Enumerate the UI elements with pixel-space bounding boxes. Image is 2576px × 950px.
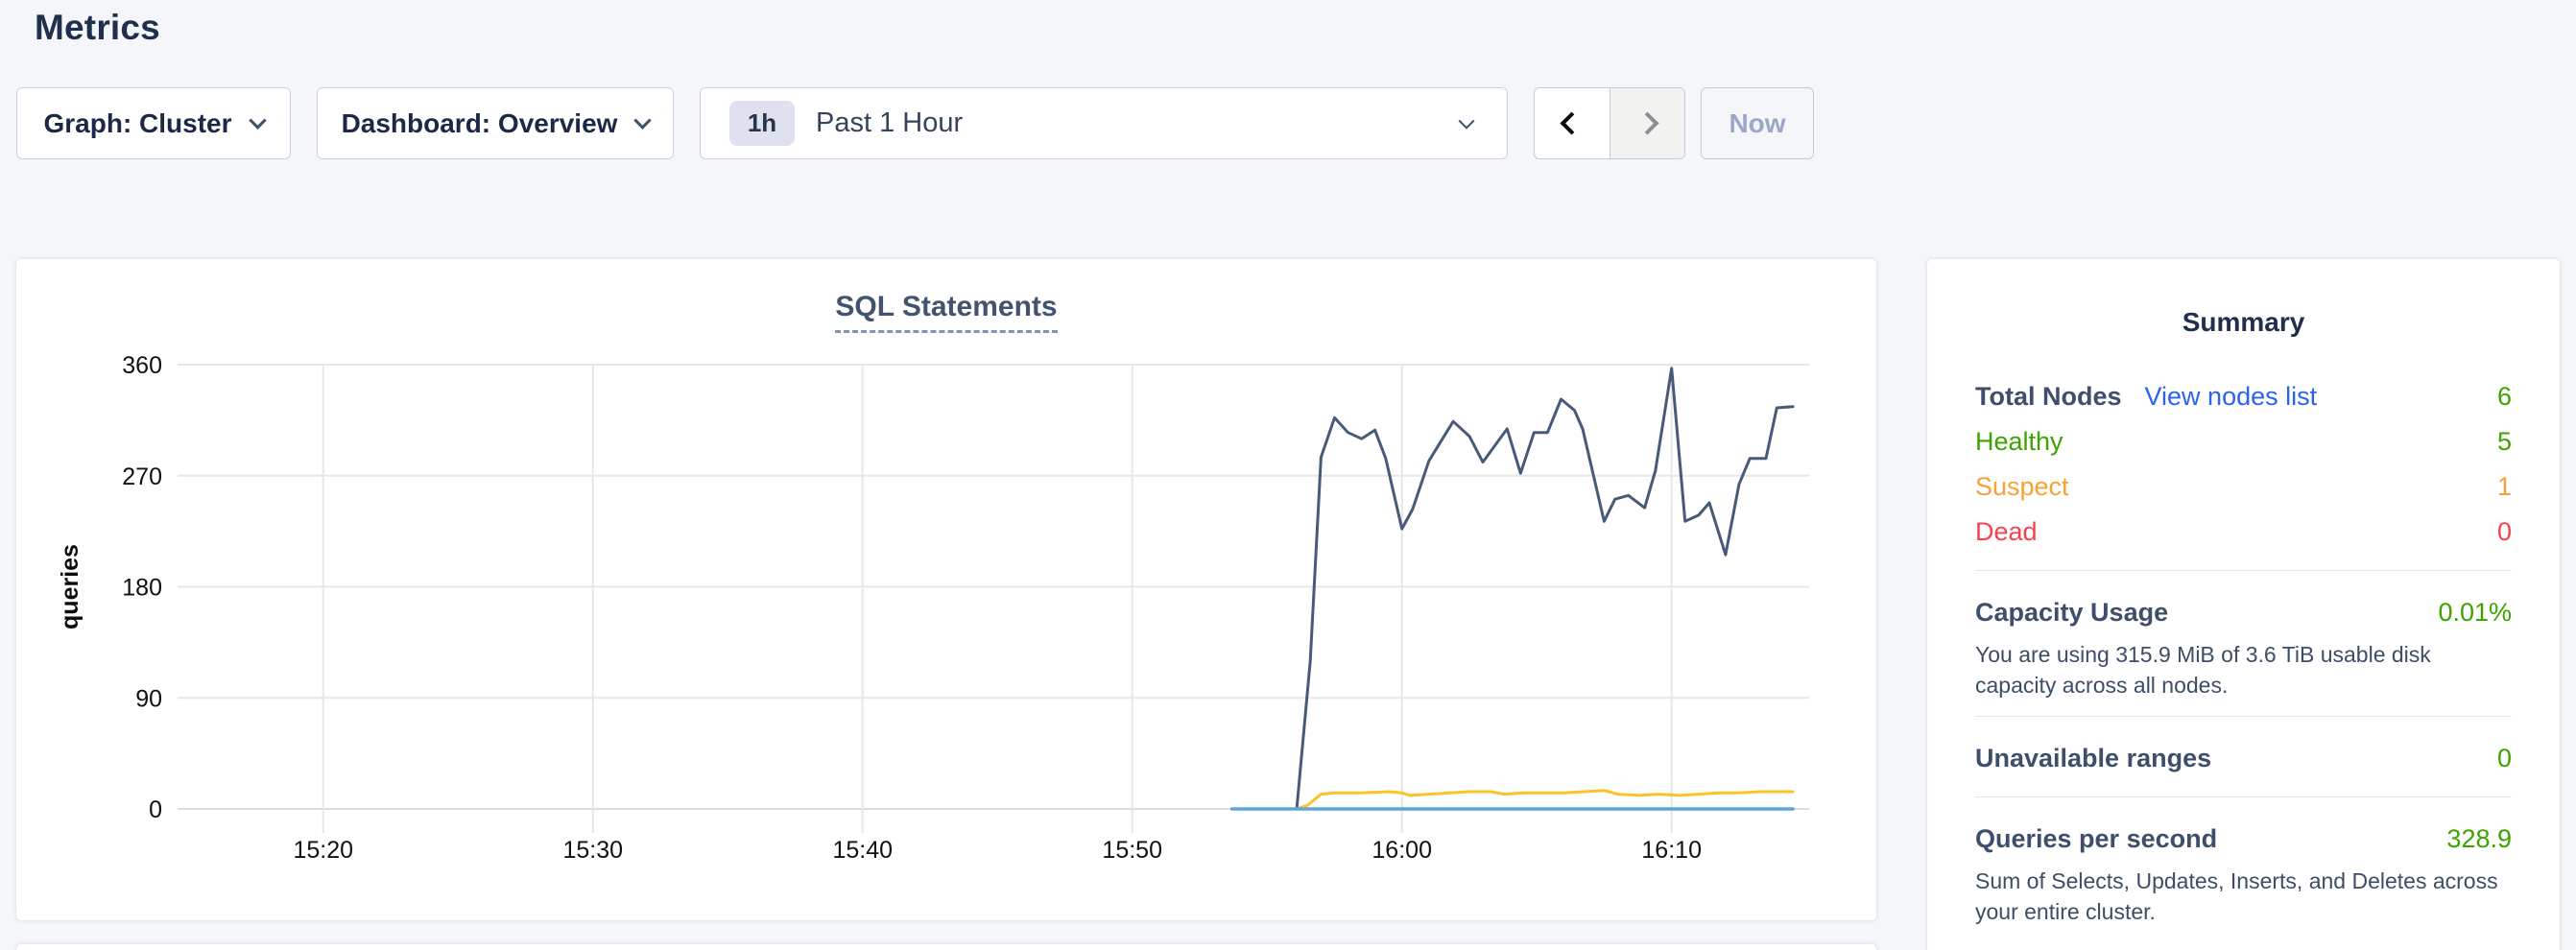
summary-title: Summary (1975, 307, 2512, 338)
y-axis-tick-label: 90 (135, 685, 162, 712)
time-window-selector[interactable]: 1h Past 1 Hour (700, 87, 1508, 159)
y-axis-tick-label: 360 (122, 352, 162, 379)
view-nodes-list-link[interactable]: View nodes list (2145, 374, 2318, 419)
summary-panel: Summary Total NodesView nodes list6Healt… (1927, 259, 2560, 950)
graph-scope-dropdown[interactable]: Graph: Cluster (16, 87, 291, 159)
divider (1975, 796, 2512, 797)
row-value: 5 (2497, 419, 2512, 464)
chevron-down-icon (1459, 112, 1475, 129)
section-label: Unavailable ranges (1975, 736, 2211, 781)
dashboard-dropdown-label: Dashboard: Overview (342, 108, 618, 139)
sql-statements-chart-card: SQL Statements 09018027036015:2015:3015:… (16, 259, 1876, 920)
page-title: Metrics (35, 8, 160, 48)
row-label: Dead (1975, 510, 2038, 555)
x-axis-tick-label: 16:00 (1371, 837, 1432, 864)
dark-blue-series-line (1232, 368, 1793, 809)
yellow-series-line (1232, 791, 1793, 809)
node-status-row: Healthy 5 (1975, 419, 2512, 464)
section-value: 0.01% (2438, 590, 2512, 635)
row-label: Healthy (1975, 419, 2063, 464)
dashboard-dropdown[interactable]: Dashboard: Overview (317, 87, 674, 159)
x-axis-tick-label: 15:20 (293, 837, 353, 864)
previous-time-window-button[interactable] (1535, 88, 1610, 158)
sql-statements-line-chart[interactable]: 0 90 180 270 360 15:20 15:30 15:40 15:50 16:00 16:… (16, 259, 1876, 920)
section-value: 0 (2497, 736, 2512, 781)
y-axis-tick-label: 270 (122, 463, 162, 490)
time-window-pager (1534, 87, 1685, 159)
summary-sections: Capacity Usage 0.01%You are using 315.9 M… (1975, 570, 2512, 927)
x-axis-tick-label: 16:10 (1641, 837, 1702, 864)
section-description: You are using 315.9 MiB of 3.6 TiB usabl… (1975, 639, 2512, 701)
node-status-rows: Total NodesView nodes list6Healthy5Suspe… (1975, 374, 2512, 555)
node-status-row: Dead 0 (1975, 510, 2512, 555)
section-label: Capacity Usage (1975, 590, 2168, 635)
chevron-right-icon (1635, 111, 1658, 134)
next-time-window-button-disabled[interactable] (1610, 88, 1685, 158)
y-axis-tick-label: 0 (149, 796, 162, 823)
section-value: 328.9 (2446, 817, 2512, 862)
chevron-down-icon (634, 111, 652, 129)
divider (1975, 716, 2512, 717)
row-label: Suspect (1975, 464, 2069, 510)
time-window-badge: 1h (729, 101, 795, 146)
row-value: 6 (2497, 374, 2512, 419)
node-status-row: Total Nodes View nodes list 6 (1975, 374, 2512, 419)
row-value: 1 (2497, 464, 2512, 510)
time-window-label: Past 1 Hour (816, 107, 963, 139)
section-label: Queries per second (1975, 817, 2217, 862)
now-button[interactable]: Now (1701, 87, 1814, 159)
row-value: 0 (2497, 510, 2512, 555)
section-description: Sum of Selects, Updates, Inserts, and De… (1975, 866, 2512, 927)
row-label: Total Nodes (1975, 374, 2122, 419)
x-axis-tick-label: 15:30 (562, 837, 623, 864)
summary-section-row: Capacity Usage 0.01% (1975, 590, 2512, 635)
summary-section-row: Queries per second 328.9 (1975, 817, 2512, 862)
graph-scope-dropdown-label: Graph: Cluster (43, 108, 231, 139)
x-axis-tick-label: 15:40 (832, 837, 893, 864)
node-status-row: Suspect 1 (1975, 464, 2512, 510)
summary-section-row: Unavailable ranges 0 (1975, 736, 2512, 781)
chevron-down-icon (249, 111, 266, 129)
next-chart-card-sliver (16, 944, 1876, 950)
y-axis-title: queries (57, 544, 83, 629)
chevron-left-icon (1561, 111, 1584, 134)
y-axis-tick-label: 180 (122, 575, 162, 602)
x-axis-tick-label: 15:50 (1102, 837, 1162, 864)
divider (1975, 570, 2512, 571)
